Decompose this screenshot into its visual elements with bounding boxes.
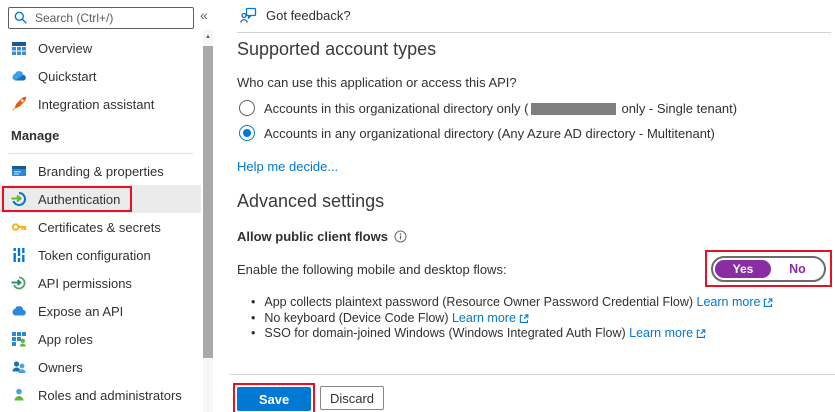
external-link-icon[interactable] — [518, 313, 529, 324]
save-button[interactable]: Save — [237, 387, 311, 411]
help-me-decide-label[interactable]: Help me decide... — [237, 159, 338, 174]
sidebar-item-overview[interactable]: Overview — [0, 34, 201, 62]
bullet-content: SSO for domain-joined Windows (Windows I… — [264, 326, 706, 342]
bullet-text: No keyboard (Device Code Flow) — [264, 311, 448, 325]
api-permissions-icon — [11, 275, 27, 291]
radio-button-unselected[interactable] — [239, 100, 255, 116]
sidebar-item-label: Authentication — [38, 192, 120, 207]
sidebar: « Overview Quickstart — [0, 0, 213, 412]
collapse-sidebar-icon[interactable]: « — [200, 7, 208, 23]
sidebar-item-expose-an-api[interactable]: Expose an API — [0, 297, 201, 325]
radio-single-tenant-label: Accounts in this organizational director… — [264, 101, 737, 116]
bullet-marker: • — [251, 295, 255, 311]
learn-more-link[interactable]: Learn more — [452, 311, 516, 325]
feedback-icon — [240, 7, 257, 24]
list-item: • No keyboard (Device Code Flow) Learn m… — [251, 311, 773, 327]
sidebar-item-branding-properties[interactable]: Branding & properties — [0, 157, 201, 185]
toolbar-divider — [237, 32, 831, 33]
sidebar-item-label: Integration assistant — [38, 97, 154, 112]
quickstart-icon — [11, 68, 27, 84]
supported-account-types-heading: Supported account types — [237, 39, 436, 60]
who-can-use-question: Who can use this application or access t… — [237, 75, 517, 90]
sidebar-item-label: Roles and administrators — [38, 388, 182, 403]
public-client-flows-toggle[interactable]: Yes No — [711, 256, 826, 282]
sidebar-item-quickstart[interactable]: Quickstart — [0, 62, 201, 90]
sidebar-item-label: Quickstart — [38, 69, 97, 84]
sidebar-item-owners[interactable]: Owners — [0, 353, 201, 381]
token-configuration-icon — [11, 247, 27, 263]
sidebar-nav: Overview Quickstart Integration assistan… — [0, 34, 201, 409]
bullet-marker: • — [251, 326, 255, 342]
sidebar-search — [8, 7, 194, 29]
owners-icon — [11, 359, 27, 375]
annotation-box-save: Save — [233, 383, 315, 412]
key-icon — [11, 219, 27, 235]
external-link-icon[interactable] — [695, 328, 706, 339]
app-roles-icon — [11, 331, 27, 347]
sidebar-item-label: Overview — [38, 41, 92, 56]
sidebar-item-token-configuration[interactable]: Token configuration — [0, 241, 201, 269]
sidebar-item-label: Expose an API — [38, 304, 123, 319]
help-me-decide-link[interactable]: Help me decide... — [237, 159, 338, 174]
footer-divider — [230, 374, 835, 375]
enable-flows-label: Enable the following mobile and desktop … — [237, 262, 507, 277]
radio-single-tenant[interactable]: Accounts in this organizational director… — [239, 99, 737, 117]
bullet-content: App collects plaintext password (Resourc… — [264, 295, 773, 311]
learn-more-link[interactable]: Learn more — [629, 326, 693, 340]
search-icon — [13, 10, 29, 26]
authentication-icon — [11, 191, 27, 207]
sidebar-section-manage: Manage — [0, 124, 201, 148]
allow-public-client-flows-text: Allow public client flows — [237, 229, 388, 244]
cloud-icon — [11, 303, 27, 319]
got-feedback-label: Got feedback? — [266, 8, 351, 23]
sidebar-divider — [8, 153, 193, 154]
sidebar-item-label: API permissions — [38, 276, 132, 291]
integration-assistant-icon — [11, 96, 27, 112]
radio-multitenant-label: Accounts in any organizational directory… — [264, 126, 715, 141]
radio-label-text: only - Single tenant) — [621, 101, 737, 116]
learn-more-link[interactable]: Learn more — [697, 295, 761, 309]
bullet-text: App collects plaintext password (Resourc… — [264, 295, 693, 309]
flows-bullet-list: • App collects plaintext password (Resou… — [251, 295, 773, 342]
got-feedback-button[interactable]: Got feedback? — [240, 7, 351, 24]
sidebar-item-integration-assistant[interactable]: Integration assistant — [0, 90, 201, 118]
allow-public-client-flows-label: Allow public client flows — [237, 229, 407, 244]
bullet-marker: • — [251, 311, 255, 327]
sidebar-item-roles-and-administrators[interactable]: Roles and administrators — [0, 381, 201, 409]
external-link-icon[interactable] — [762, 297, 773, 308]
sidebar-scrollbar[interactable]: ▲ — [203, 30, 213, 412]
sidebar-item-label: Owners — [38, 360, 83, 375]
radio-button-selected[interactable] — [239, 125, 255, 141]
list-item: • App collects plaintext password (Resou… — [251, 295, 773, 311]
redacted-tenant-name — [531, 103, 616, 115]
bullet-content: No keyboard (Device Code Flow) Learn mor… — [264, 311, 529, 327]
radio-label-text: Accounts in this organizational director… — [264, 101, 528, 116]
sidebar-item-api-permissions[interactable]: API permissions — [0, 269, 201, 297]
toggle-no-option[interactable]: No — [771, 262, 824, 276]
sidebar-item-app-roles[interactable]: App roles — [0, 325, 201, 353]
roles-administrators-icon — [11, 387, 27, 403]
advanced-settings-heading: Advanced settings — [237, 191, 384, 212]
sidebar-item-certificates-secrets[interactable]: Certificates & secrets — [0, 213, 201, 241]
info-icon[interactable] — [394, 230, 407, 243]
search-input[interactable] — [8, 7, 194, 29]
scrollbar-up-icon[interactable]: ▲ — [203, 30, 213, 43]
sidebar-item-label: App roles — [38, 332, 93, 347]
overview-icon — [11, 40, 27, 56]
branding-icon — [11, 163, 27, 179]
sidebar-item-authentication[interactable]: Authentication — [0, 185, 201, 213]
sidebar-item-label: Branding & properties — [38, 164, 164, 179]
scrollbar-thumb[interactable] — [203, 46, 213, 358]
bullet-text: SSO for domain-joined Windows (Windows I… — [264, 326, 625, 340]
app-registration-authentication-page: « Overview Quickstart — [0, 0, 835, 412]
radio-multitenant[interactable]: Accounts in any organizational directory… — [239, 124, 715, 142]
toggle-yes-option[interactable]: Yes — [715, 260, 771, 278]
list-item: • SSO for domain-joined Windows (Windows… — [251, 326, 773, 342]
discard-button[interactable]: Discard — [320, 386, 384, 410]
sidebar-item-label: Certificates & secrets — [38, 220, 161, 235]
sidebar-item-label: Token configuration — [38, 248, 151, 263]
